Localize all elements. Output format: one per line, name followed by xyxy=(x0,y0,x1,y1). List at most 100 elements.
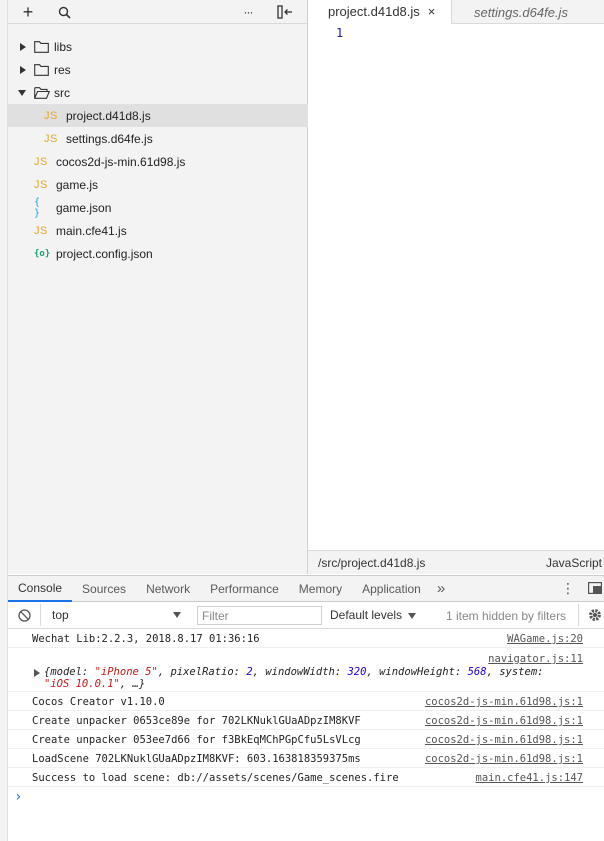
line-number: 1 xyxy=(336,26,344,40)
tree-item-label: cocos2d-js-min.61d98.js xyxy=(56,154,186,169)
gear-icon xyxy=(589,609,601,621)
console-message: Create unpacker 0653ce89e for 702LKNuklG… xyxy=(8,711,604,730)
menu-icon[interactable]: ⋮ xyxy=(561,580,575,597)
collapse-arrow-icon xyxy=(18,89,26,96)
tree-item-label: main.cfe41.js xyxy=(56,223,127,238)
object-preview-line2: "iOS 10.0.1", …} xyxy=(44,678,145,690)
console-messages: Wechat Lib:2.2.3, 2018.8.17 01:36:16 WAG… xyxy=(8,629,604,809)
message-source-link[interactable]: cocos2d-js-min.61d98.js:1 xyxy=(425,753,583,765)
tab-application[interactable]: Application xyxy=(352,576,431,602)
tab-network[interactable]: Network xyxy=(136,576,200,602)
json-file-icon: { } xyxy=(34,196,41,219)
js-file-icon: JS xyxy=(44,132,58,145)
tree-item-label: project.config.json xyxy=(56,246,153,261)
console-settings-button[interactable] xyxy=(578,604,604,626)
message-source-link[interactable]: cocos2d-js-min.61d98.js:1 xyxy=(425,696,583,708)
toggle-sidebar-button[interactable] xyxy=(276,0,294,24)
message-text: Create unpacker 053ee7d66 for f3BkEqMChP… xyxy=(32,734,361,746)
expand-arrow-icon xyxy=(20,42,26,51)
object-text: , windowHeight: xyxy=(366,666,468,678)
new-file-button[interactable]: + xyxy=(20,0,36,24)
hidden-items-count: 1 item hidden by filters xyxy=(446,609,567,623)
console-filter-bar: top Filter Default levels 1 item hidden … xyxy=(8,602,604,629)
tree-item-game-json[interactable]: { } game.json xyxy=(8,196,308,219)
object-text: model: xyxy=(50,666,95,678)
tab-settings-js[interactable]: settings.d64fe.js xyxy=(451,0,578,24)
js-file-icon: JS xyxy=(34,178,48,191)
tree-item-game-js[interactable]: JS game.js xyxy=(8,173,308,196)
close-icon[interactable]: × xyxy=(428,4,436,19)
dock-button[interactable] xyxy=(588,582,603,597)
tree-item-libs[interactable]: libs xyxy=(8,35,308,58)
sources-panel: + ··· libs res src JS project.d41d8.js J… xyxy=(8,0,604,574)
object-number: 320 xyxy=(347,666,367,678)
filter-input[interactable]: Filter xyxy=(197,606,322,625)
tree-item-settings-js[interactable]: JS settings.d64fe.js xyxy=(8,127,308,150)
search-icon xyxy=(58,6,71,19)
object-string: "iOS 10.0.1" xyxy=(44,678,120,690)
message-source-link[interactable]: navigator.js:11 xyxy=(488,653,583,665)
message-text: Create unpacker 0653ce89e for 702LKNuklG… xyxy=(32,715,361,727)
tab-memory[interactable]: Memory xyxy=(289,576,352,602)
clear-console-button[interactable] xyxy=(18,609,31,625)
prompt-chevron-icon: › xyxy=(14,789,23,805)
object-preview-line1: {model: "iPhone 5", pixelRatio: 2, windo… xyxy=(44,666,543,678)
open-folder-icon xyxy=(34,86,50,99)
message-text: Wechat Lib:2.2.3, 2018.8.17 01:36:16 xyxy=(32,633,260,645)
status-language[interactable]: JavaScript xyxy=(546,556,604,570)
object-text: , windowWidth: xyxy=(252,666,348,678)
console-prompt[interactable]: › xyxy=(8,787,604,809)
message-source-link[interactable]: cocos2d-js-min.61d98.js:1 xyxy=(425,734,583,746)
tab-project-js[interactable]: project.d41d8.js × xyxy=(308,0,451,24)
more-options-button[interactable]: ··· xyxy=(240,0,256,24)
tree-item-main-js[interactable]: JS main.cfe41.js xyxy=(8,219,308,242)
tree-item-project-config[interactable]: {o} project.config.json xyxy=(8,242,308,265)
code-editor: project.d41d8.js × settings.d64fe.js 1 /… xyxy=(308,0,604,574)
more-tabs-button[interactable]: » xyxy=(431,576,451,602)
folder-icon xyxy=(34,40,49,53)
console-message: LoadScene 702LKNuklGUaADpzIM8KVF: 603.16… xyxy=(8,749,604,768)
log-levels-dropdown[interactable]: Default levels xyxy=(330,608,417,622)
expand-arrow-icon[interactable] xyxy=(34,669,40,677)
object-text: , system: xyxy=(486,666,544,678)
editor-tabs: project.d41d8.js × settings.d64fe.js xyxy=(308,0,604,24)
object-text: , …} xyxy=(119,678,146,690)
object-number: 568 xyxy=(467,666,487,678)
js-file-icon: JS xyxy=(34,155,48,168)
editor-status-bar: /src/project.d41d8.js JavaScript xyxy=(308,550,604,574)
folder-icon xyxy=(34,63,49,76)
console-object-message[interactable]: navigator.js:11 {model: "iPhone 5", pixe… xyxy=(8,648,604,692)
dropdown-arrow-icon xyxy=(173,612,181,618)
expand-arrow-icon xyxy=(20,65,26,74)
tree-item-src[interactable]: src xyxy=(8,81,308,104)
tree-item-res[interactable]: res xyxy=(8,58,308,81)
message-source-link[interactable]: WAGame.js:20 xyxy=(507,633,583,645)
tree-item-cocos2d-js[interactable]: JS cocos2d-js-min.61d98.js xyxy=(8,150,308,173)
message-text: Cocos Creator v1.10.0 xyxy=(32,696,165,708)
tree-item-label: src xyxy=(54,85,70,100)
context-selector[interactable]: top xyxy=(40,604,186,626)
collapse-sidebar-icon xyxy=(277,5,292,19)
navigator-toolbar: + ··· xyxy=(8,0,307,24)
search-button[interactable] xyxy=(56,0,72,24)
object-text: , pixelRatio: xyxy=(157,666,247,678)
tab-performance[interactable]: Performance xyxy=(200,576,289,602)
config-file-icon: {o} xyxy=(34,248,51,259)
dropdown-arrow-icon xyxy=(408,613,417,619)
drawer-tabbar: Console Sources Network Performance Memo… xyxy=(8,575,604,602)
object-string: "iPhone 5" xyxy=(94,666,158,678)
tab-console[interactable]: Console xyxy=(8,576,73,602)
message-source-link[interactable]: main.cfe41.js:147 xyxy=(476,772,583,784)
tab-sources[interactable]: Sources xyxy=(72,576,136,602)
tree-item-label: project.d41d8.js xyxy=(66,108,151,123)
log-levels-label: Default levels xyxy=(330,608,403,622)
js-file-icon: JS xyxy=(34,224,48,237)
tree-item-project-js[interactable]: JS project.d41d8.js xyxy=(8,104,308,127)
console-drawer: Console Sources Network Performance Memo… xyxy=(8,575,604,841)
dock-side-icon xyxy=(588,582,603,595)
message-text: Success to load scene: db://assets/scene… xyxy=(32,772,399,784)
left-edge-strip xyxy=(0,0,8,841)
message-source-link[interactable]: cocos2d-js-min.61d98.js:1 xyxy=(425,715,583,727)
filter-placeholder: Filter xyxy=(202,609,229,623)
console-message: Success to load scene: db://assets/scene… xyxy=(8,768,604,787)
